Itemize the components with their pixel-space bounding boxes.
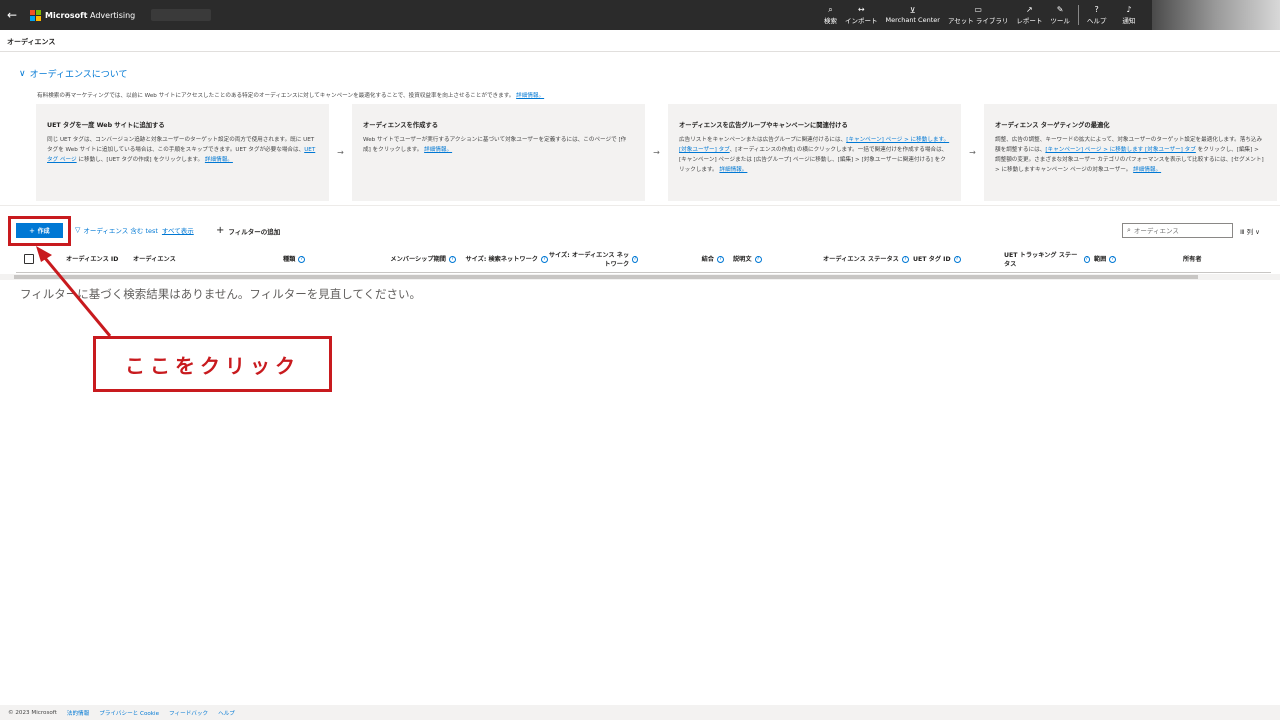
footer: © 2023 Microsoft 法的情報 プライバシーと Cookie フィー… <box>0 705 1280 720</box>
copyright: © 2023 Microsoft <box>8 709 57 716</box>
footer-link-legal[interactable]: 法的情報 <box>67 709 89 717</box>
annotation-text: ここをクリック <box>125 353 300 378</box>
annotation-callout: ここをクリック <box>93 336 332 392</box>
footer-link-feedback[interactable]: フィードバック <box>169 709 208 717</box>
footer-link-help[interactable]: ヘルプ <box>218 709 235 717</box>
footer-link-privacy[interactable]: プライバシーと Cookie <box>99 709 159 717</box>
